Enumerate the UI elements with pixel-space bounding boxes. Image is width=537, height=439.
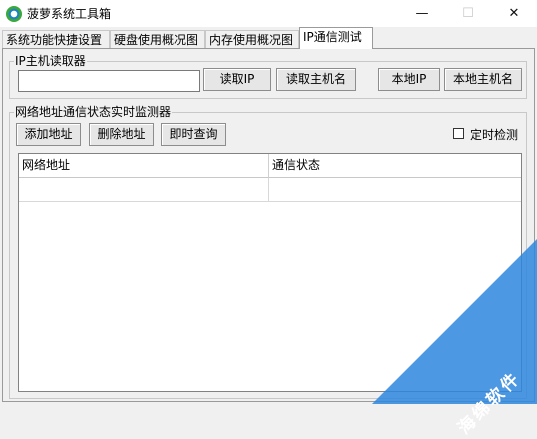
tab-strip: 系统功能快捷设置 硬盘使用概况图 内存使用概况图 IP通信测试 <box>0 27 537 49</box>
query-now-button[interactable]: 即时查询 <box>161 123 226 146</box>
ip-reader-legend: IP主机读取器 <box>15 54 86 68</box>
minimize-button[interactable]: — <box>399 0 445 27</box>
tab-disk-usage[interactable]: 硬盘使用概况图 <box>110 30 205 48</box>
delete-address-button[interactable]: 删除地址 <box>89 123 154 146</box>
maximize-button: ☐ <box>462 6 474 21</box>
tab-ip-test[interactable]: IP通信测试 <box>299 27 373 49</box>
tab-memory-usage[interactable]: 内存使用概况图 <box>205 30 299 48</box>
title-bar: 菠萝系统工具箱 — ☐ ✕ <box>0 0 537 27</box>
timed-check-checkbox[interactable] <box>453 128 464 139</box>
column-header-status[interactable]: 通信状态 <box>269 154 521 178</box>
app-logo-icon <box>6 6 22 22</box>
read-ip-button[interactable]: 读取IP <box>203 68 271 91</box>
table-row[interactable] <box>269 178 521 202</box>
column-header-address[interactable]: 网络地址 <box>19 154 269 178</box>
tab-system-shortcuts[interactable]: 系统功能快捷设置 <box>2 30 110 48</box>
window-title: 菠萝系统工具箱 <box>27 7 112 21</box>
read-hostname-button[interactable]: 读取主机名 <box>276 68 356 91</box>
timed-check-label: 定时检测 <box>470 128 519 142</box>
ip-input[interactable] <box>18 70 200 92</box>
add-address-button[interactable]: 添加地址 <box>16 123 81 146</box>
local-ip-button[interactable]: 本地IP <box>378 68 440 91</box>
monitor-legend: 网络地址通信状态实时监测器 <box>15 105 172 119</box>
table-row[interactable] <box>19 178 269 202</box>
close-button[interactable]: ✕ <box>491 0 537 27</box>
local-hostname-button[interactable]: 本地主机名 <box>444 68 522 91</box>
